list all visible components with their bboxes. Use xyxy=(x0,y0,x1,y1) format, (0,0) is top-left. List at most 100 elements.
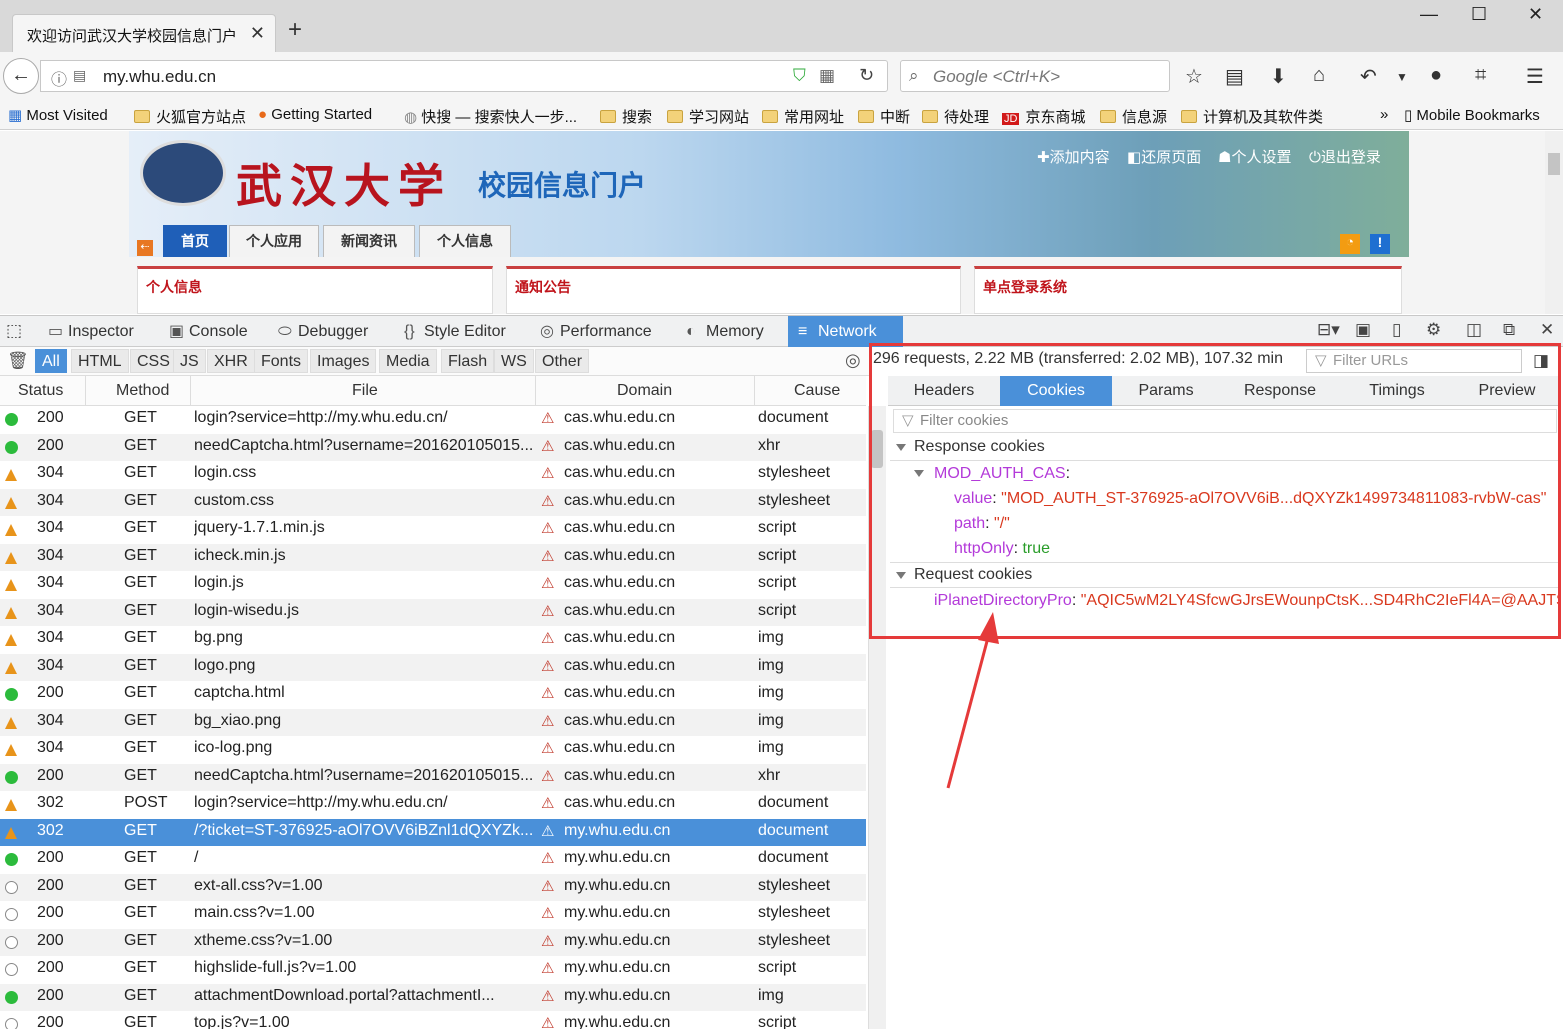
tab-memory[interactable]: ◐ Memory xyxy=(676,316,774,347)
table-row[interactable]: 200 GET top.js?v=1.00 my.whu.edu.cn script ⚠ xyxy=(0,1011,866,1029)
filter-fonts[interactable]: Fonts xyxy=(254,349,309,373)
maximize-icon[interactable]: ☐ xyxy=(1471,4,1487,25)
table-row[interactable]: 200 GET xtheme.css?v=1.00 my.whu.edu.cn styl… xyxy=(0,928,866,956)
logout-link[interactable]: ⏻退出登录 xyxy=(1309,146,1381,167)
bookmark-item[interactable]: ● Getting Started xyxy=(258,106,372,123)
new-tab-icon[interactable]: + xyxy=(288,18,302,42)
filter-images[interactable]: Images xyxy=(310,349,377,373)
bookmark-star-icon[interactable]: ☆ xyxy=(1185,64,1203,89)
search-bar[interactable]: ⌕ Google <Ctrl+K> xyxy=(900,60,1170,92)
back-arrow-icon[interactable]: ⇠ xyxy=(137,240,153,256)
bookmark-most-visited[interactable]: ▦ Most Visited xyxy=(8,106,108,124)
table-row[interactable]: 304 GET bg.png cas.whu.edu.cn img ⚠ xyxy=(0,626,866,654)
url-bar[interactable]: ⓘ ▤ my.whu.edu.cn ⛉ ▦ ↻ xyxy=(40,60,888,92)
col-status[interactable]: Status xyxy=(18,382,63,400)
reading-list-icon[interactable]: ▤ xyxy=(1225,64,1244,89)
table-row[interactable]: 200 GET login?service=http://my.whu.edu.cn… xyxy=(0,406,866,434)
table-row[interactable]: 200 GET needCaptcha.html?username=20162010… xyxy=(0,763,866,791)
table-row[interactable]: 304 GET jquery-1.7.1.min.js cas.whu.edu.cn s… xyxy=(0,516,866,544)
filter-html[interactable]: HTML xyxy=(71,349,129,373)
tab-news[interactable]: 新闻资讯 xyxy=(323,225,415,257)
table-row[interactable]: 304 GET custom.css cas.whu.edu.cn stylesheet… xyxy=(0,488,866,516)
restore-page-link[interactable]: ◧还原页面 xyxy=(1127,146,1201,167)
table-row[interactable]: 200 GET highslide-full.js?v=1.00 my.whu.edu… xyxy=(0,956,866,984)
filter-css[interactable]: CSS xyxy=(130,349,177,373)
crop-icon[interactable]: ⌗ xyxy=(1475,64,1486,87)
undo-icon[interactable]: ↶ xyxy=(1360,64,1377,89)
qr-code-icon[interactable]: ▦ xyxy=(819,66,835,86)
tab-home[interactable]: 首页 xyxy=(163,225,227,257)
chevron-down-icon[interactable]: ▼ xyxy=(1396,70,1408,84)
filter-other[interactable]: Other xyxy=(535,349,590,373)
shield-icon[interactable]: ⛉ xyxy=(793,66,806,86)
filter-all[interactable]: All xyxy=(35,349,67,373)
table-row[interactable]: 304 GET login.css cas.whu.edu.cn stylesheet ⚠ xyxy=(0,461,866,489)
bookmark-item[interactable]: 火狐官方站点 xyxy=(134,106,246,127)
close-devtools-icon[interactable]: ✕ xyxy=(1540,320,1554,340)
performance-analysis-icon[interactable]: ◎ xyxy=(845,350,861,371)
personal-settings-link[interactable]: ☗个人设置 xyxy=(1218,146,1291,167)
tab-inspector[interactable]: ▭ Inspector xyxy=(38,316,144,347)
table-row[interactable]: 304 GET login-wisedu.js cas.whu.edu.cn scrip… xyxy=(0,598,866,626)
filter-flash[interactable]: Flash xyxy=(441,349,495,373)
table-row[interactable]: 302 GET /?ticket=ST-376925-aOl7OVV6iBZnl1d… xyxy=(0,818,866,846)
filter-media[interactable]: Media xyxy=(379,349,437,373)
dock-side-icon[interactable]: ◫ xyxy=(1466,320,1482,340)
element-picker-icon[interactable]: ⬚ xyxy=(6,321,22,341)
undock-icon[interactable]: ⧉ xyxy=(1503,320,1515,340)
bookmark-item[interactable]: 学习网站 xyxy=(667,106,749,127)
table-row[interactable]: 200 GET attachmentDownload.portal?attachme… xyxy=(0,983,866,1011)
minimize-icon[interactable]: — xyxy=(1420,4,1438,25)
download-icon[interactable]: ⬇ xyxy=(1270,64,1287,89)
bookmark-item[interactable]: 待处理 xyxy=(922,106,989,127)
split-console-icon[interactable]: ▣ xyxy=(1355,320,1371,340)
filter-xhr[interactable]: XHR xyxy=(207,349,255,373)
table-row[interactable]: 200 GET captcha.html cas.whu.edu.cn img ⚠ xyxy=(0,681,866,709)
table-row[interactable]: 200 GET main.css?v=1.00 my.whu.edu.cn styles… xyxy=(0,901,866,929)
filter-ws[interactable]: WS xyxy=(494,349,534,373)
tab-debugger[interactable]: ⬭ Debugger xyxy=(268,316,378,347)
reload-icon[interactable]: ↻ xyxy=(859,65,874,86)
page-scrollbar-thumb[interactable] xyxy=(1548,153,1560,175)
alert-icon[interactable]: ! xyxy=(1370,234,1390,254)
bookmark-item[interactable]: JD 京东商城 xyxy=(1002,106,1085,127)
col-domain[interactable]: Domain xyxy=(617,382,672,400)
bookmark-item[interactable]: 计算机及其软件类 xyxy=(1181,106,1323,127)
home-icon[interactable]: ⌂ xyxy=(1313,64,1325,87)
table-row[interactable]: 304 GET icheck.min.js cas.whu.edu.cn script ⚠ xyxy=(0,543,866,571)
back-icon[interactable]: ← xyxy=(3,58,39,94)
trash-icon[interactable]: 🗑 xyxy=(7,351,29,371)
layout-icon[interactable]: ⊟▾ xyxy=(1317,320,1340,340)
close-window-icon[interactable]: ✕ xyxy=(1528,4,1543,25)
table-row[interactable]: 302 POST login?service=http://my.whu.edu.c… xyxy=(0,791,866,819)
url-text[interactable]: my.whu.edu.cn xyxy=(103,67,216,87)
close-tab-icon[interactable]: ✕ xyxy=(250,23,265,44)
col-method[interactable]: Method xyxy=(116,382,169,400)
bookmark-item[interactable]: 中断 xyxy=(858,106,910,127)
browser-tab[interactable]: 欢迎访问武汉大学校园信息门户 ✕ xyxy=(12,14,276,52)
table-row[interactable]: 304 GET bg_xiao.png cas.whu.edu.cn img ⚠ xyxy=(0,708,866,736)
filter-js[interactable]: JS xyxy=(173,349,206,373)
table-row[interactable]: 200 GET / my.whu.edu.cn document ⚠ xyxy=(0,846,866,874)
menu-icon[interactable]: ☰ xyxy=(1526,64,1544,89)
col-file[interactable]: File xyxy=(352,382,378,400)
bookmark-item[interactable]: 搜索 xyxy=(600,106,652,127)
bookmarks-more-button[interactable]: » xyxy=(1380,106,1388,123)
add-content-link[interactable]: ✚添加内容 xyxy=(1037,146,1110,167)
tab-performance[interactable]: ◎ Performance xyxy=(530,316,662,347)
tab-style-editor[interactable]: {} Style Editor xyxy=(394,316,516,347)
settings-gear-icon[interactable]: ⚙ xyxy=(1426,320,1441,340)
mobile-bookmarks[interactable]: ▯ Mobile Bookmarks xyxy=(1404,106,1540,124)
tab-console[interactable]: ▣ Console xyxy=(159,316,258,347)
table-row[interactable]: 304 GET logo.png cas.whu.edu.cn img ⚠ xyxy=(0,653,866,681)
table-row[interactable]: 304 GET login.js cas.whu.edu.cn script ⚠ xyxy=(0,571,866,599)
table-row[interactable]: 200 GET needCaptcha.html?username=20162010… xyxy=(0,433,866,461)
bookmark-item[interactable]: 信息源 xyxy=(1100,106,1167,127)
page-scrollbar[interactable] xyxy=(1545,131,1563,314)
col-cause[interactable]: Cause xyxy=(794,382,840,400)
tab-personal-info[interactable]: 个人信息 xyxy=(419,225,511,257)
info-icon[interactable]: ⓘ xyxy=(51,66,67,90)
tab-personal-apps[interactable]: 个人应用 xyxy=(229,225,319,257)
bookmark-item[interactable]: 常用网址 xyxy=(762,106,844,127)
table-row[interactable]: 200 GET ext-all.css?v=1.00 my.whu.edu.cn sty… xyxy=(0,873,866,901)
